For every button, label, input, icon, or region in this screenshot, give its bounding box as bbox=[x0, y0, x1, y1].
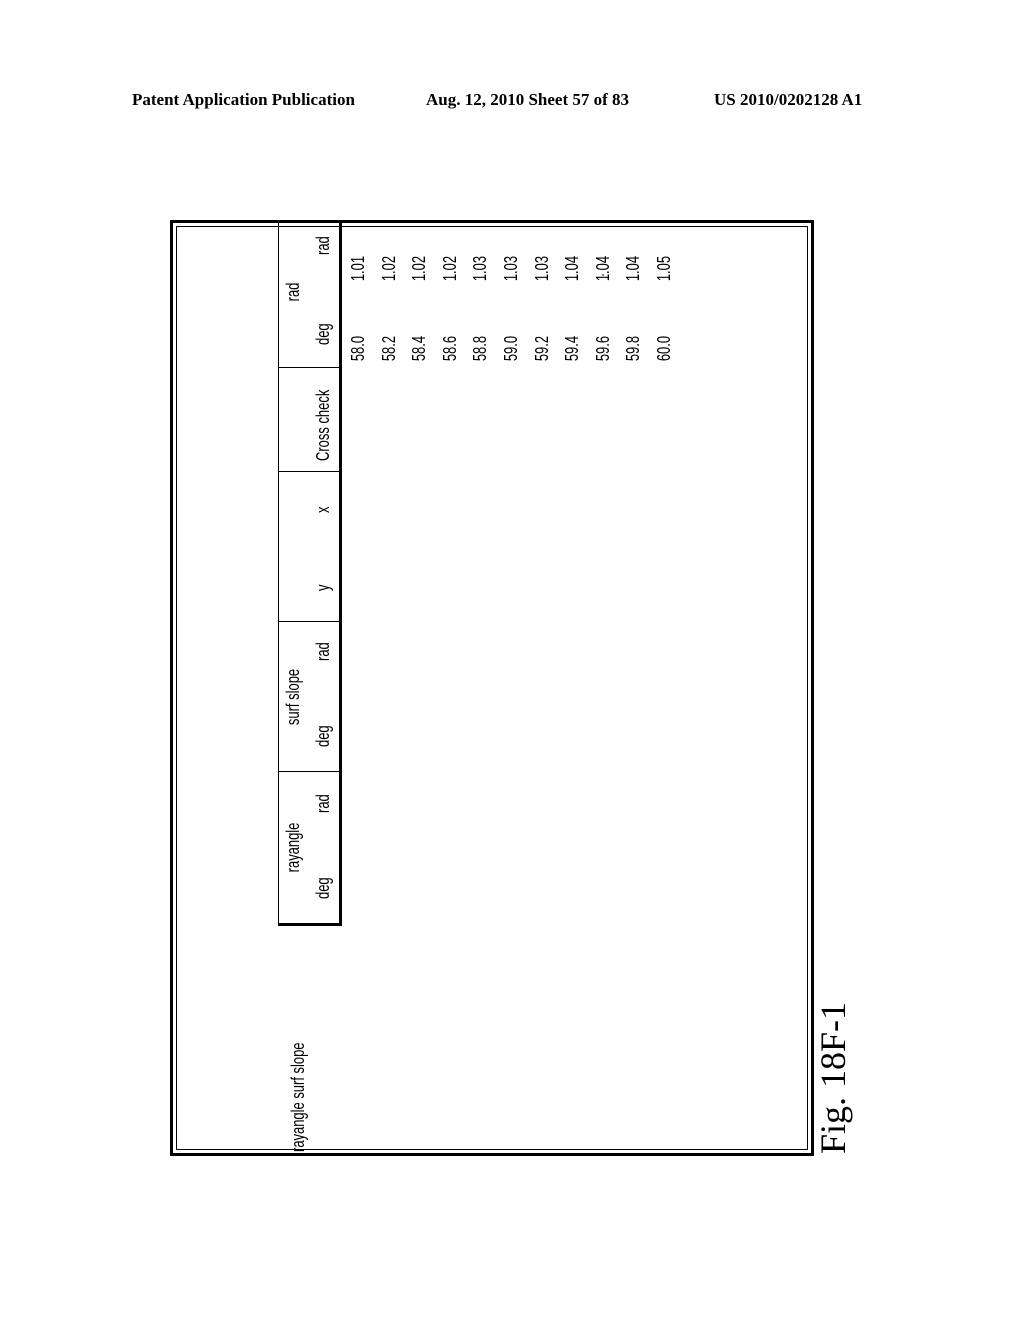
publication-number: US 2010/0202128 A1 bbox=[714, 90, 863, 109]
table-cell-rad: 1.04 bbox=[562, 256, 583, 282]
table-header: rayangle deg rad surf slope deg rad y x … bbox=[278, 220, 342, 926]
header-group-rayangle: rayangle deg rad bbox=[279, 771, 339, 923]
table-cell-deg: 58.0 bbox=[348, 336, 368, 362]
table-cell-deg: 59.4 bbox=[562, 336, 583, 362]
table-cell-deg: 60.0 bbox=[654, 336, 674, 362]
table-cell-deg: 58.4 bbox=[409, 336, 430, 362]
table-cell-rad: 1.02 bbox=[409, 256, 430, 282]
header-group-surf-slope: surf slope deg rad bbox=[279, 621, 339, 771]
header-group-cross-check: Cross check bbox=[279, 367, 339, 471]
side-note: rayangle surf slope bbox=[288, 1042, 308, 1152]
header-group-rad: rad deg rad bbox=[283, 236, 333, 345]
table-cell-deg: 59.8 bbox=[623, 336, 644, 362]
table-cell-rad: 1.05 bbox=[654, 256, 674, 282]
table-cell-deg: 58.8 bbox=[470, 336, 491, 362]
table-cell-rad: 1.04 bbox=[592, 256, 613, 282]
table-cell-rad: 1.01 bbox=[348, 256, 368, 282]
table-cell-rad: 1.03 bbox=[531, 256, 552, 282]
speck bbox=[602, 274, 604, 276]
publication-date-sheet: Aug. 12, 2010 Sheet 57 of 83 bbox=[426, 90, 630, 109]
header-group-xy: y x bbox=[279, 471, 339, 621]
table-cell-deg: 59.2 bbox=[531, 336, 552, 362]
table-cell-deg: 58.6 bbox=[439, 336, 460, 362]
table-cell-rad: 1.03 bbox=[501, 256, 521, 282]
table-cell-rad: 1.04 bbox=[623, 256, 644, 282]
table-cell-rad: 1.02 bbox=[439, 256, 460, 282]
table-cell-deg: 58.2 bbox=[378, 336, 399, 362]
table-cell-deg: 59.6 bbox=[592, 336, 613, 362]
table-cell-deg: 59.0 bbox=[501, 336, 521, 362]
table-cell-rad: 1.02 bbox=[378, 256, 399, 282]
publication-label: Patent Application Publication bbox=[132, 90, 355, 109]
figure-caption: Fig. 18F-1 bbox=[813, 1001, 853, 1154]
rotated-table: rayangle surf slope rayangle deg rad sur… bbox=[170, 220, 814, 1156]
table-cell-rad: 1.03 bbox=[470, 256, 491, 282]
